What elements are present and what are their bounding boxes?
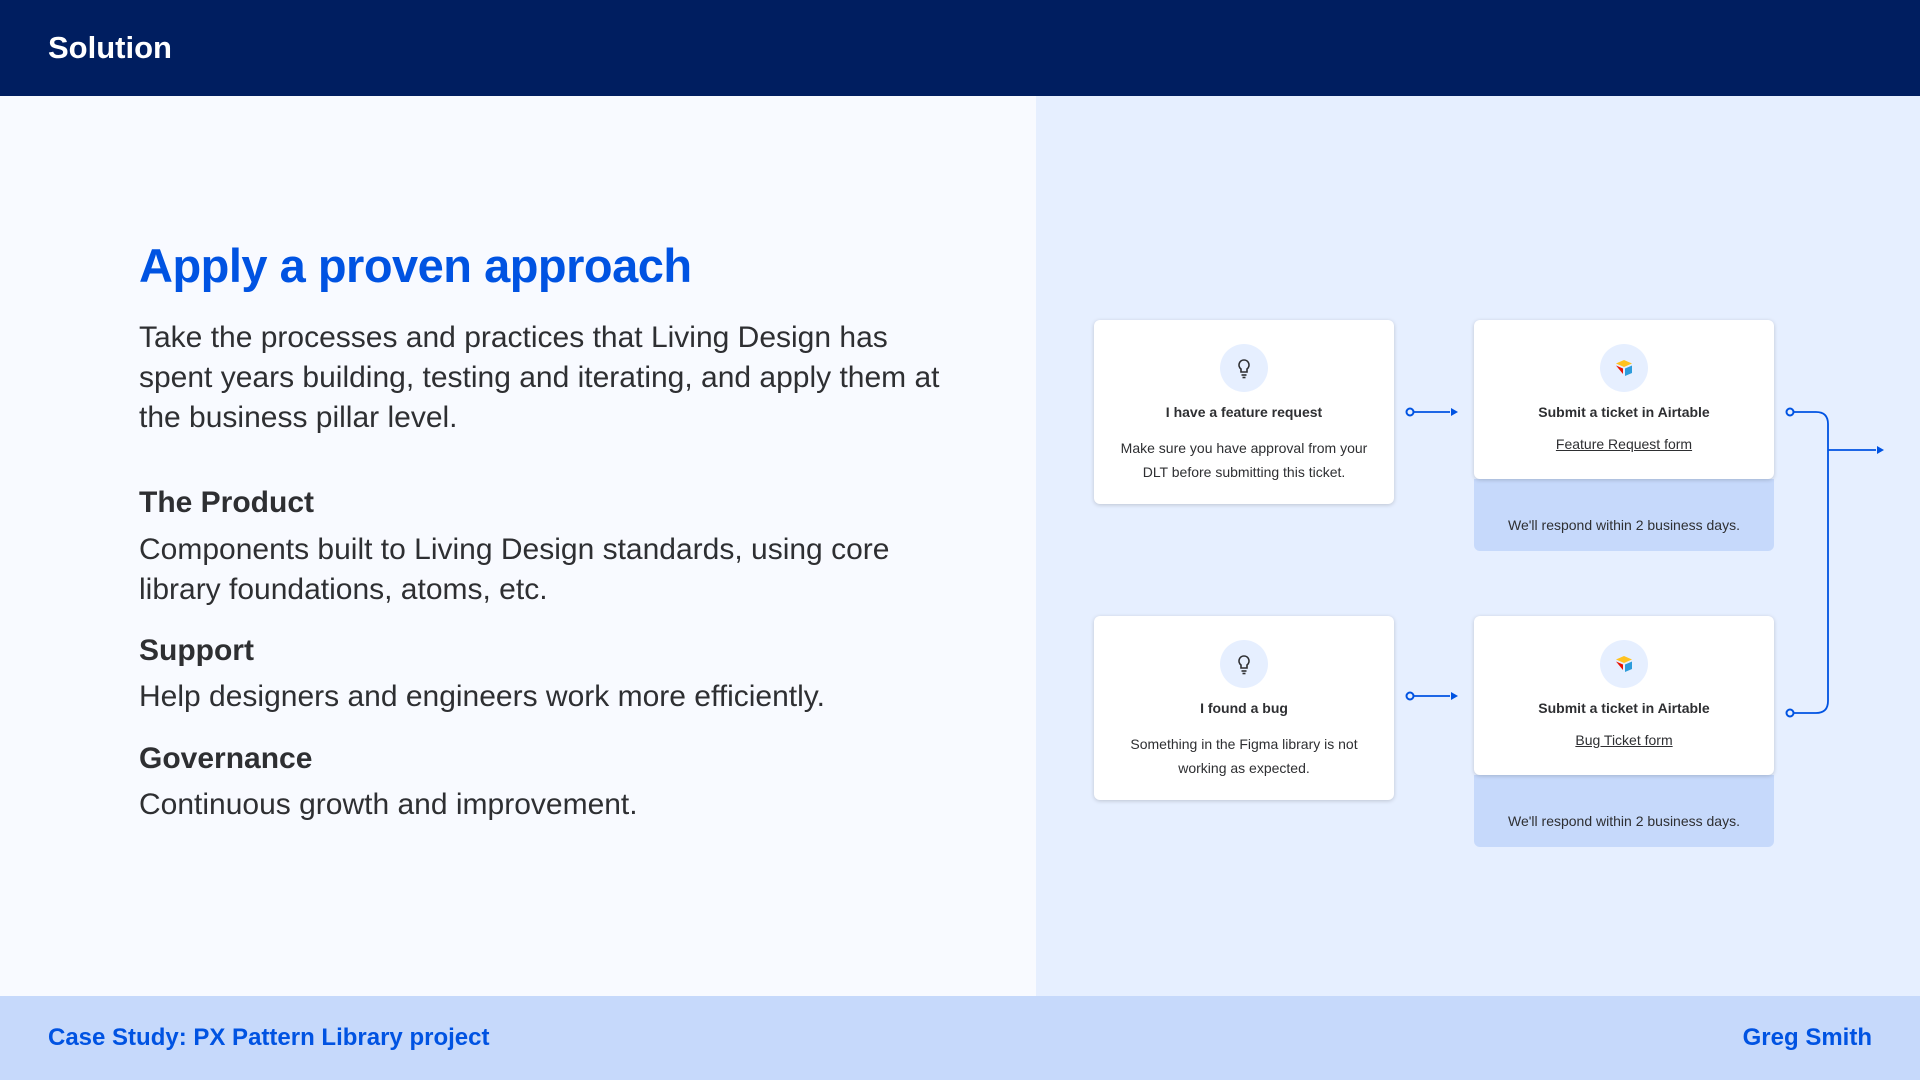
feature-request-description: Make sure you have approval from your DL…	[1120, 440, 1368, 480]
section-title-product: The Product	[139, 486, 315, 519]
section-body-product: Components built to Living Design standa…	[139, 533, 890, 606]
section-title-governance: Governance	[139, 742, 313, 775]
page-title: Solution	[48, 30, 172, 65]
feature-ticket-card: Submit a ticket in Airtable Feature Requ…	[1474, 320, 1774, 479]
bug-ticket-title: Submit a ticket in Airtable	[1538, 700, 1710, 716]
feature-response-note: We'll respond within 2 business days.	[1474, 479, 1774, 551]
feature-request-title: I have a feature request	[1165, 404, 1323, 420]
bug-ticket-card: Submit a ticket in Airtable Bug Ticket f…	[1474, 616, 1774, 775]
section-body-support: Help designers and engineers work more e…	[139, 680, 825, 713]
bug-ticket-form-link[interactable]: Bug Ticket form	[1474, 732, 1774, 748]
bug-description: Something in the Figma library is not wo…	[1130, 736, 1358, 776]
feature-request-card: I have a feature request Make sure you h…	[1094, 320, 1394, 504]
feature-request-form-link[interactable]: Feature Request form	[1474, 436, 1774, 452]
lightbulb-icon	[1220, 640, 1268, 688]
bug-card: I found a bug Something in the Figma lib…	[1094, 616, 1394, 800]
header-bar: Solution	[0, 0, 1920, 96]
section-body-governance: Continuous growth and improvement.	[139, 788, 638, 821]
feature-ticket-title: Submit a ticket in Airtable	[1538, 404, 1710, 420]
intro-text: Take the processes and practices that Li…	[139, 321, 940, 434]
footer-bar: Case Study: PX Pattern Library project G…	[0, 996, 1920, 1080]
main-heading: Apply a proven approach	[139, 239, 692, 292]
bug-response-note: We'll respond within 2 business days.	[1474, 775, 1774, 847]
airtable-icon	[1600, 640, 1648, 688]
footer-project-title: Case Study: PX Pattern Library project	[48, 1024, 490, 1051]
section-title-support: Support	[139, 634, 254, 667]
bug-title: I found a bug	[1200, 700, 1288, 716]
airtable-icon	[1600, 344, 1648, 392]
lightbulb-icon	[1220, 344, 1268, 392]
footer-author: Greg Smith	[1742, 1024, 1872, 1051]
